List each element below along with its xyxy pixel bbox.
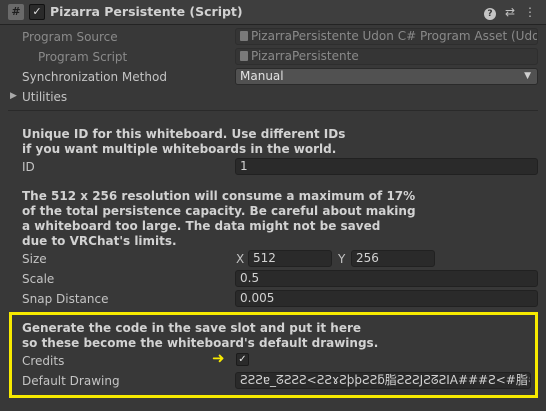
arrow-pointer-icon: ➜ xyxy=(212,349,225,367)
sync-method-label: Synchronization Method xyxy=(22,70,167,84)
id-info-line2: if you want multiple whiteboards in the … xyxy=(22,142,337,156)
drawing-info-line2: so these become the whiteboard's default… xyxy=(22,336,379,350)
size-y-label[interactable]: Y xyxy=(338,252,345,266)
default-drawing-label: Default Drawing xyxy=(22,374,120,388)
drawing-info-line1: Generate the code in the save slot and p… xyxy=(22,321,362,335)
size-label: Size xyxy=(22,252,47,266)
size-info-line3: a whiteboard too large. The data might n… xyxy=(22,219,381,233)
size-x-label[interactable]: X xyxy=(236,252,244,266)
presets-icon[interactable]: ⇄ xyxy=(502,4,518,20)
program-source-label: Program Source xyxy=(22,30,118,44)
credits-label: Credits xyxy=(22,354,65,368)
divider xyxy=(8,110,538,111)
id-info-line1: Unique ID for this whiteboard. Use diffe… xyxy=(22,127,346,141)
scale-label: Scale xyxy=(22,272,55,286)
component-enabled-checkbox[interactable]: ✓ xyxy=(29,4,45,20)
program-script-label: Program Script xyxy=(38,50,128,64)
credits-checkbox[interactable]: ✓ xyxy=(236,353,249,366)
chevron-down-icon: ▼ xyxy=(524,71,531,81)
default-drawing-input[interactable]: ƧƧƧɐ_ᘔƧƧƧ<ƧƧɤƧþþƧƧƃ脂ƧƧƧJƧᘔƧIA###Ƨ<#脂##ƧƧ… xyxy=(235,372,531,389)
component-title[interactable]: Pizarra Persistente (Script) xyxy=(50,4,243,19)
size-info-line4: due to VRChat's limits. xyxy=(22,234,177,248)
scale-input[interactable]: 0.5 xyxy=(235,270,538,287)
snap-distance-label: Snap Distance xyxy=(22,292,109,306)
asset-icon xyxy=(240,31,248,41)
snap-distance-input[interactable]: 0.005 xyxy=(235,290,538,307)
sync-method-dropdown[interactable]: Manual ▼ xyxy=(235,68,538,85)
foldout-arrow-icon[interactable]: ▶ xyxy=(10,91,17,101)
id-label: ID xyxy=(22,160,35,174)
program-script-field: PizarraPersistente xyxy=(235,48,538,65)
script-icon: # xyxy=(8,4,24,20)
size-info-line1: The 512 x 256 resolution will consume a … xyxy=(22,189,416,203)
size-y-input[interactable]: 256 xyxy=(351,250,435,267)
context-menu-icon[interactable]: ⋮ xyxy=(522,4,538,20)
script-file-icon xyxy=(240,51,248,61)
component-header: # ✓ Pizarra Persistente (Script) ? ⇄ ⋮ xyxy=(0,0,546,25)
size-info-line2: of the total persistence capacity. Be ca… xyxy=(22,204,416,218)
size-x-input[interactable]: 512 xyxy=(248,250,332,267)
utilities-foldout[interactable]: Utilities xyxy=(22,90,67,104)
program-source-field: PizarraPersistente Udon C# Program Asset… xyxy=(235,28,538,45)
id-input[interactable]: 1 xyxy=(235,158,538,175)
help-icon[interactable]: ? xyxy=(482,4,498,20)
